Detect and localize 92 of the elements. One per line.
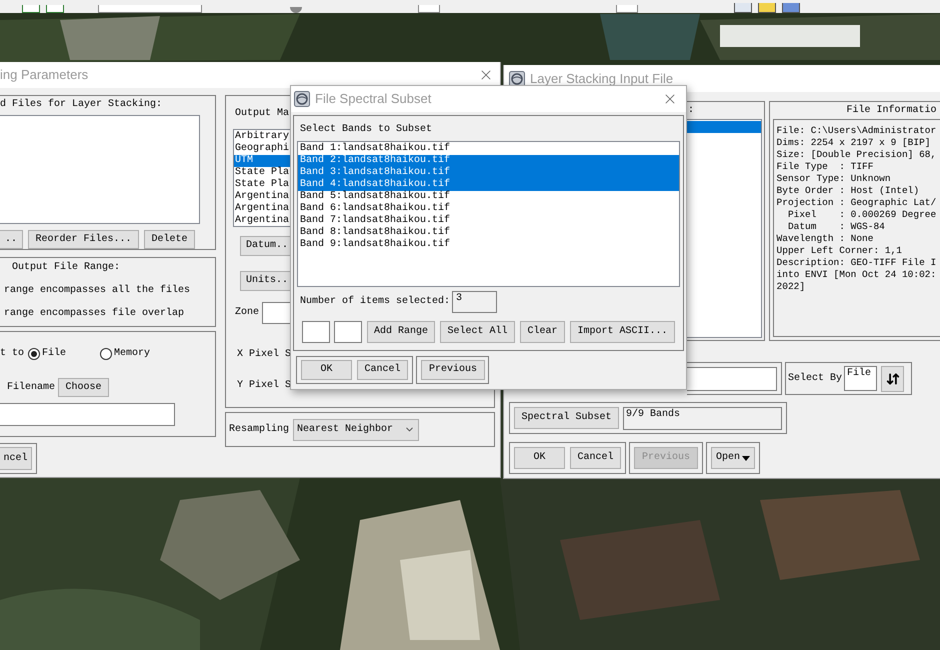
button[interactable]: Previous [421,360,485,380]
spin-field[interactable] [418,5,440,13]
field-label: Filename [7,382,56,394]
range-end-field[interactable] [334,321,362,343]
zone-field[interactable] [262,302,292,324]
count-field[interactable]: 3 [452,291,498,313]
globe-icon [294,91,310,107]
window-title: File Spectral Subset [315,93,432,105]
button[interactable]: Import ASCII... [570,321,675,343]
list-item[interactable]: Band 2:landsat8haikou.tif [298,155,679,167]
button[interactable]: Spectral Subset [514,407,619,429]
info-line: Datum : WGS-84 [786,221,886,233]
field-label: Resampling [229,424,290,436]
info-line: Dims: 2254 x 2197 x 9 [BIP] [776,137,932,149]
info-line: Wavelength : None [776,233,874,245]
section-title: Output File Range: [11,262,122,274]
info-line: File Type : TIFF [776,161,874,173]
globe-icon [509,70,525,86]
field-label: Zone [234,307,260,319]
info-line: Upper Left Corner: 1,1 [776,245,903,257]
button[interactable]: Choose [58,378,110,397]
toolbar-icon[interactable] [758,3,776,13]
list-item[interactable]: State Pla [234,167,291,179]
info-line: Size: [Double Precision] 68, [776,149,938,161]
file-list[interactable] [0,115,200,224]
info-line: Projection : Geographic Lat/ [776,197,938,209]
field-label: Number of items selected: [300,296,450,308]
button[interactable]: .. [0,230,23,249]
band-list[interactable] [297,141,680,287]
button[interactable]: Open [711,447,755,469]
list-item[interactable]: Arbitrary [234,131,291,143]
filename-field[interactable] [0,403,175,426]
list-item[interactable]: Argentina [234,215,291,227]
list-item[interactable]: Band 9:landsat8haikou.tif [298,239,679,251]
field-label: : [687,105,696,117]
button[interactable]: Cancel [570,447,621,469]
list-item[interactable]: Geographi [234,143,291,155]
select-by-field[interactable]: File [844,366,878,391]
button[interactable]: OK [301,360,352,380]
toolbar-icon[interactable] [22,5,40,13]
list-item[interactable]: Band 6:landsat8haikou.tif [298,203,679,215]
button[interactable]: Clear [520,321,565,343]
option-label: range encompasses file overlap [3,308,186,320]
list-item[interactable]: UTM [234,155,291,167]
info-line: Sensor Type: Unknown [776,173,892,185]
list-item[interactable]: Argentina [234,191,291,203]
list-item[interactable]: Band 8:landsat8haikou.tif [298,227,679,239]
list-item[interactable]: Argentina [234,203,291,215]
list-item[interactable]: Band 5:landsat8haikou.tif [298,191,679,203]
range-start-field[interactable] [302,321,330,343]
info-line: 2022] [776,281,806,293]
window-title: ing Parameters [0,69,88,81]
toolbar-icon[interactable] [734,3,752,13]
list-item[interactable]: Band 4:landsat8haikou.tif [298,179,679,191]
caret-icon [742,456,750,460]
resampling-dropdown[interactable]: Nearest Neighbor [293,418,420,440]
bands-field[interactable]: 9/9 Bands [623,406,782,430]
option-label: range encompasses all the files [3,285,192,297]
input-field[interactable] [687,366,777,390]
radio-button[interactable]: Memory [100,348,150,360]
field-label: t to [0,348,24,360]
button[interactable]: Units.. [240,271,291,291]
button[interactable]: Delete [144,230,195,249]
sort-icon [886,372,900,386]
toolbar-icon[interactable] [46,5,64,13]
button[interactable]: Reorder Files... [28,230,139,249]
list-item[interactable]: Band 3:landsat8haikou.tif [298,167,679,179]
button[interactable]: Select All [440,321,515,343]
button[interactable]: OK [514,447,565,469]
spin-field[interactable] [616,5,638,13]
info-line: File: C:\Users\Administrator [776,125,938,137]
field-label: Select Bands to Subset [299,124,434,136]
projection-list[interactable]: Arbitrary Geographi UTM State Pla State Pla Argentina Argentina Argentina [233,129,291,227]
sort-button[interactable] [881,366,904,392]
field-label: Output Ma [234,108,290,120]
list-item[interactable]: Band 7:landsat8haikou.tif [298,215,679,227]
radio-button[interactable]: File [28,348,66,360]
info-line: Pixel : 0.000269 Degree [786,209,938,221]
list-item[interactable]: State Pla [234,179,291,191]
button[interactable]: Cancel [357,360,408,380]
section-title: File Informatio [846,105,938,117]
button[interactable]: Datum.. [240,236,291,256]
dropdown[interactable] [98,5,202,13]
info-line: into ENVI [Mon Oct 24 10:02: [776,269,938,281]
info-line: Description: GEO-TIFF File I [776,257,938,269]
button[interactable]: ncel [0,447,32,470]
field-label: Select By [788,372,842,384]
field-label: d Files for Layer Stacking: [0,99,164,111]
window-title: Layer Stacking Input File [530,72,674,84]
button[interactable]: Add Range [367,321,435,343]
list-item[interactable]: Band 1:landsat8haikou.tif [298,143,679,155]
info-line: Byte Order : Host (Intel) [776,185,920,197]
